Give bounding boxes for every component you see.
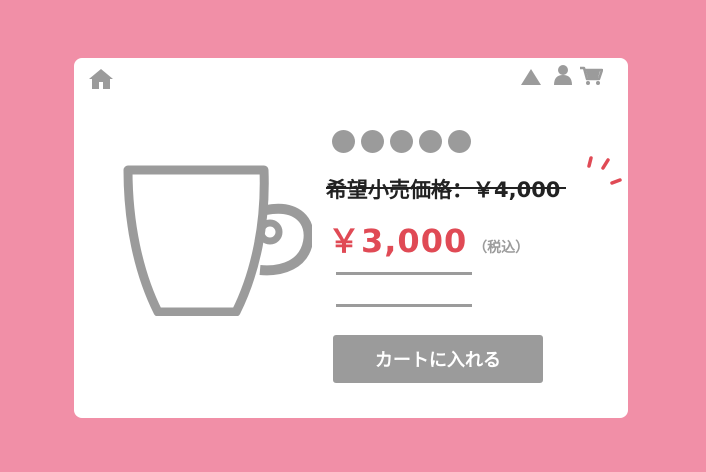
rating-dot <box>419 130 442 153</box>
rating-dot <box>361 130 384 153</box>
list-price: 希望小売価格：￥4,000 <box>326 174 567 204</box>
home-icon[interactable] <box>88 68 114 90</box>
sale-price-amount: ￥3,000 <box>328 222 468 260</box>
product-card: 希望小売価格：￥4,000 ￥3,000 （税込） カートに入れる <box>74 58 628 418</box>
tax-note: （税込） <box>473 240 530 256</box>
placeholder-line <box>336 304 472 307</box>
warning-icon[interactable] <box>520 68 542 86</box>
cart-icon[interactable] <box>579 66 603 86</box>
add-to-cart-button[interactable]: カートに入れる <box>333 335 543 383</box>
rating-dots <box>332 130 471 153</box>
rating-dot <box>448 130 471 153</box>
list-price-text: 希望小売価格：￥4,000 <box>326 178 561 202</box>
placeholder-line <box>336 272 472 275</box>
coffee-cup-icon <box>123 165 312 316</box>
strikethrough-line <box>326 187 567 189</box>
rating-dot <box>390 130 413 153</box>
user-icon[interactable] <box>553 64 573 86</box>
rating-dot <box>332 130 355 153</box>
sparkle-icon <box>587 156 622 185</box>
sale-price: ￥3,000 （税込） <box>328 216 529 262</box>
